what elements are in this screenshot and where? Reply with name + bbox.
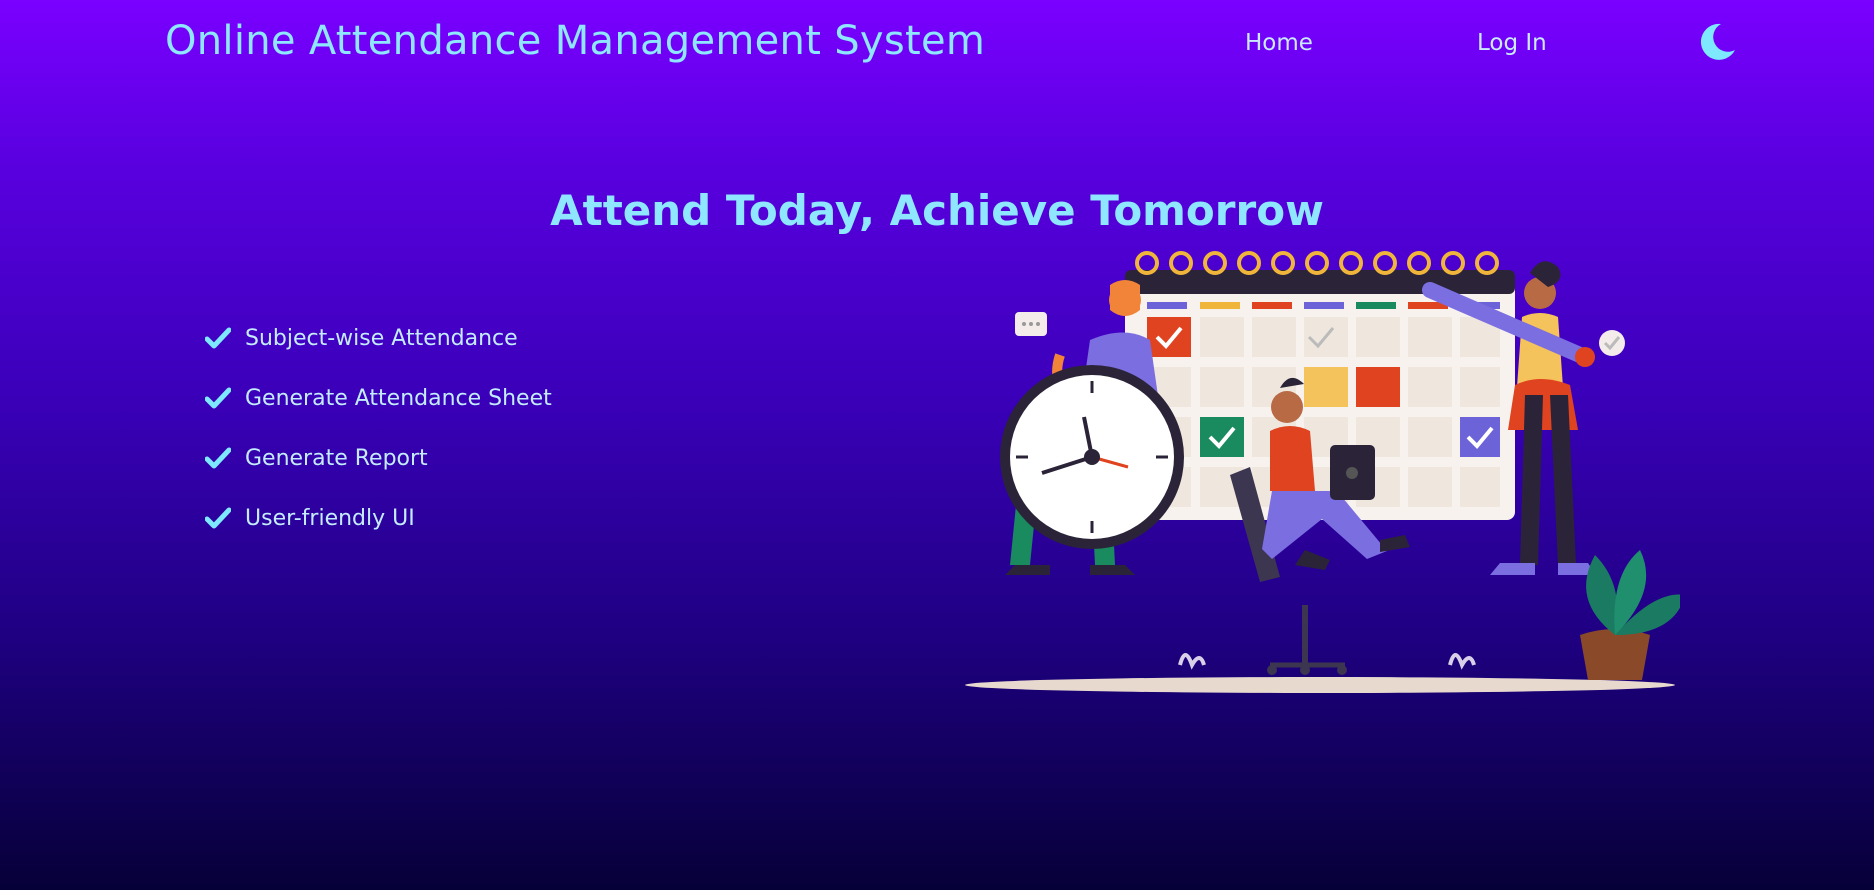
check-icon: [205, 507, 231, 529]
check-icon: [205, 447, 231, 469]
moon-icon[interactable]: [1695, 20, 1739, 64]
attendance-illustration: [965, 251, 1680, 693]
feature-label: User-friendly UI: [245, 505, 415, 531]
feature-item: Generate Attendance Sheet: [205, 368, 552, 428]
feature-item: Generate Report: [205, 428, 552, 488]
site-title[interactable]: Online Attendance Management System: [165, 18, 985, 64]
check-icon: [205, 327, 231, 349]
check-icon: [205, 387, 231, 409]
navbar: Online Attendance Management System Home…: [0, 0, 1874, 92]
hero-tagline: Attend Today, Achieve Tomorrow: [550, 186, 1324, 236]
nav-login-link[interactable]: Log In: [1477, 30, 1547, 56]
nav-home-link[interactable]: Home: [1245, 30, 1313, 56]
feature-label: Subject-wise Attendance: [245, 325, 518, 351]
feature-label: Generate Attendance Sheet: [245, 385, 552, 411]
feature-item: User-friendly UI: [205, 488, 552, 548]
feature-label: Generate Report: [245, 445, 428, 471]
feature-item: Subject-wise Attendance: [205, 308, 552, 368]
feature-list: Subject-wise Attendance Generate Attenda…: [205, 308, 552, 548]
